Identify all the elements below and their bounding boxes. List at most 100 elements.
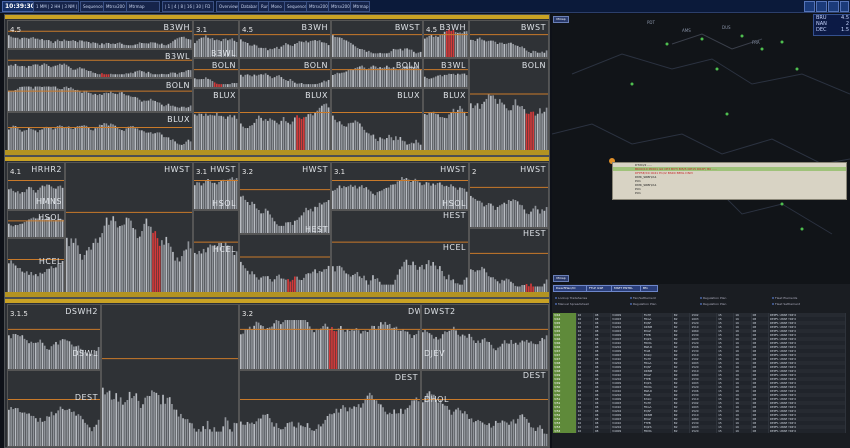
chart-cell[interactable]: 3.1.5 DSWH2 DSWL — [7, 304, 101, 370]
filter-radio[interactable] — [772, 297, 774, 299]
chart-cell[interactable]: BWST — [331, 20, 423, 58]
map-mode-button[interactable]: Mmap — [553, 16, 569, 23]
histogram-bar — [499, 422, 502, 446]
chart-cell[interactable]: BWST — [469, 20, 549, 58]
histogram-bar — [282, 117, 285, 151]
flight-info-popup[interactable]: DTXD/2 ..... BK00/10 P0001 G0 CE3 BVTI B… — [612, 162, 847, 200]
chart-cell[interactable]: DEST — [239, 370, 421, 447]
histogram-bar — [443, 74, 446, 87]
histogram-bar — [427, 260, 430, 293]
chart-cell[interactable]: DWST2 DJEV — [421, 304, 549, 370]
window-icon[interactable] — [828, 1, 839, 12]
chart-cell[interactable]: DEST — [7, 370, 101, 447]
chart-cell[interactable]: B3WL — [423, 58, 469, 88]
chart-cell[interactable]: BLUX — [423, 88, 469, 152]
histogram-bar — [285, 222, 287, 233]
histogram-bar — [136, 70, 139, 77]
histogram-bar — [305, 84, 307, 87]
chart-cell[interactable]: BOLN — [331, 58, 423, 88]
grid-icon[interactable] — [816, 1, 827, 12]
chart-cell[interactable]: BLUX — [7, 112, 193, 152]
chart-cell[interactable]: 3.2 DWST — [239, 304, 421, 370]
chart-cell[interactable]: BOLN — [469, 58, 549, 152]
chart-cell[interactable]: 4.1 HRHR2 HMNS — [7, 162, 65, 210]
histogram-bar — [255, 45, 258, 57]
tab-bfx[interactable]: Bfx — [640, 285, 658, 292]
tab-dwarfplan[interactable]: DwarfPlan/IO — [553, 285, 589, 292]
cell-label: BOLN — [303, 61, 328, 70]
histogram-bar — [269, 214, 271, 233]
chart-cell[interactable]: 4.5 B3WH — [423, 20, 469, 58]
chart-cell[interactable]: BOLN — [7, 78, 193, 112]
histogram-bar — [244, 128, 247, 151]
histogram-bar — [86, 424, 89, 446]
toolbar-button-mtrmap-2[interactable]: Mtrmap — [350, 1, 370, 12]
histogram-bar — [52, 129, 54, 151]
histogram-bar — [187, 241, 190, 293]
toolbar-button-scale[interactable]: | 1 | 4 | 8 | 16 | 30 | FD — [162, 1, 214, 12]
histogram-bar — [342, 330, 344, 369]
histogram-bar — [58, 125, 61, 151]
chart-cell[interactable]: HCEL — [7, 238, 65, 294]
histogram-bar — [356, 272, 359, 293]
map-bottom-button[interactable]: Mmap — [553, 275, 569, 282]
tab-ftlp-ilse[interactable]: FTLP ILSE — [586, 285, 614, 292]
layout-icon[interactable] — [804, 1, 815, 12]
chart-cell[interactable]: 3.1 HWST HSOL — [193, 162, 239, 210]
histogram-bar — [27, 86, 30, 111]
histogram-bar — [110, 399, 113, 446]
toolbar-button-mtrmap[interactable]: Mtrmap — [126, 1, 160, 12]
histogram-bar — [406, 48, 408, 57]
chart-cell[interactable]: BLUX — [239, 88, 331, 152]
histogram-bar — [113, 399, 115, 446]
filter-radio[interactable] — [630, 303, 632, 305]
histogram-bar — [67, 40, 70, 48]
chart-cell[interactable]: 3.2 HWST HEST — [239, 162, 331, 234]
histogram-bar — [498, 99, 501, 151]
chart-cell[interactable]: 2 HWST — [469, 162, 549, 228]
table-row[interactable]: 3/53 16 08 V4009 FRMA B2 1520 15 16 08 DEPFL UNSE … — [553, 429, 847, 433]
histogram-bar — [125, 128, 128, 151]
histogram-bar — [483, 40, 486, 57]
close-icon[interactable] — [840, 1, 849, 12]
histogram-bar — [354, 273, 356, 293]
chart-cell[interactable]: BLUX — [331, 88, 423, 152]
filter-radio[interactable] — [630, 297, 632, 299]
chart-cell[interactable]: HEST HCEL — [331, 210, 469, 294]
filter-label: Regulation Plan — [703, 296, 727, 300]
chart-cell[interactable]: HWST — [65, 162, 193, 294]
chart-cell[interactable]: BOLN — [193, 58, 239, 88]
chart-cell[interactable]: DEST DHOL — [421, 370, 549, 447]
filter-radio[interactable] — [555, 297, 557, 299]
chart-cell[interactable]: 4.5 B3WH — [239, 20, 331, 58]
chart-cell[interactable]: HCEL — [193, 210, 239, 294]
chart-cell[interactable]: 3.1 HWST HSOL — [331, 162, 469, 210]
tab-mset-entrl[interactable]: MSET ENTRL — [611, 285, 643, 292]
chart-cell[interactable]: BOLN — [239, 58, 331, 88]
histogram-bar — [459, 336, 462, 369]
toolbar-button-views[interactable]: 1 MM | 2 HH | 3 NM | 4 FMS — [33, 1, 79, 12]
histogram-bar — [110, 220, 112, 293]
histogram-bar — [242, 126, 244, 151]
histogram-bar — [52, 66, 54, 77]
map-canvas[interactable]: PDT AMS DUS FRA — [551, 14, 850, 284]
filter-radio[interactable] — [700, 303, 702, 305]
chart-cell[interactable] — [101, 304, 239, 447]
histogram-bar — [470, 195, 472, 227]
chart-cell[interactable]: HSOL — [7, 210, 65, 238]
histogram-bar — [430, 185, 432, 209]
chart-cell[interactable]: HEST — [469, 228, 549, 294]
airspace-map[interactable]: PDT AMS DUS FRA — [551, 14, 850, 284]
filter-radio[interactable] — [700, 297, 702, 299]
histogram-bar — [426, 78, 428, 87]
filter-radio[interactable] — [555, 303, 557, 305]
chart-cell[interactable]: 3.1 B3WL — [193, 20, 239, 58]
chart-cell[interactable]: BLUX — [193, 88, 239, 152]
chart-cell[interactable]: 4.5 B3WH — [7, 20, 193, 49]
histogram-bar — [354, 185, 356, 209]
histogram-bar — [30, 415, 33, 446]
chart-cell[interactable]: B3WL — [7, 49, 193, 78]
filter-radio[interactable] — [772, 303, 774, 305]
histogram-bar — [95, 424, 98, 446]
chart-cell[interactable] — [239, 234, 331, 294]
